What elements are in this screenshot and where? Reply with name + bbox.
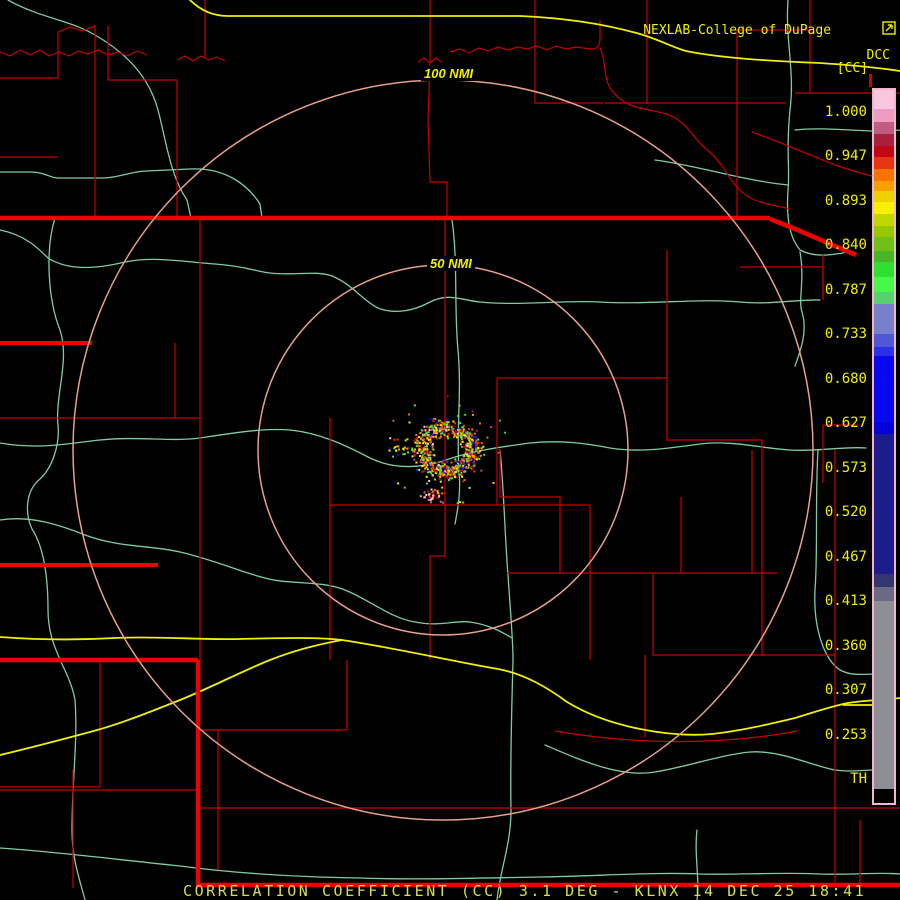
colorbar-segment [874, 146, 894, 157]
status-bar-text: CORRELATION COEFFICIENT (CC) 3.1 DEG - K… [183, 882, 867, 900]
colorbar-segment [874, 434, 894, 574]
range-ring-label-50nmi: 50 NMI [427, 256, 475, 271]
colorbar-segment [874, 191, 894, 202]
radar-map [0, 0, 900, 900]
colorbar-segment [874, 601, 894, 789]
colorbar-segment [874, 304, 894, 334]
colorbar-segment [874, 134, 894, 146]
map-background [0, 0, 900, 900]
colorbar-segment [874, 109, 894, 122]
corner-arrow-icon [835, 6, 896, 54]
colorbar-segment [874, 262, 894, 277]
product-code-label: DCC [866, 48, 890, 63]
colorbar-segment [874, 334, 894, 347]
header-title: NEXLAB-College of DuPage [643, 22, 832, 38]
colorbar-segment [874, 122, 894, 134]
colorbar-segment [874, 347, 894, 356]
colorbar-segment [874, 237, 894, 251]
colorbar-segment [874, 277, 894, 292]
colorbar-segment [874, 251, 894, 262]
colorbar-segment [874, 587, 894, 601]
colorbar-segment [874, 181, 894, 191]
colorbar-top-mark [869, 74, 872, 87]
colorbar-segment [874, 157, 894, 169]
colorbar-segment [874, 292, 894, 304]
colorbar-segment [874, 90, 894, 109]
range-ring-label-100nmi: 100 NMI [421, 66, 477, 81]
colorbar-segment [874, 202, 894, 214]
colorbar-segment [874, 214, 894, 226]
colorbar-segment [874, 789, 894, 799]
colorbar [872, 88, 896, 805]
radar-display: NEXLAB-College of DuPage DCC [CC] 1.000 0… [0, 0, 900, 900]
colorbar-segment [874, 226, 894, 237]
colorbar-segment [874, 422, 894, 434]
product-unit-label: [CC] [836, 61, 868, 76]
colorbar-segment [874, 574, 894, 587]
colorbar-segment [874, 169, 894, 181]
colorbar-segment [874, 356, 894, 422]
header: NEXLAB-College of DuPage [643, 6, 896, 54]
